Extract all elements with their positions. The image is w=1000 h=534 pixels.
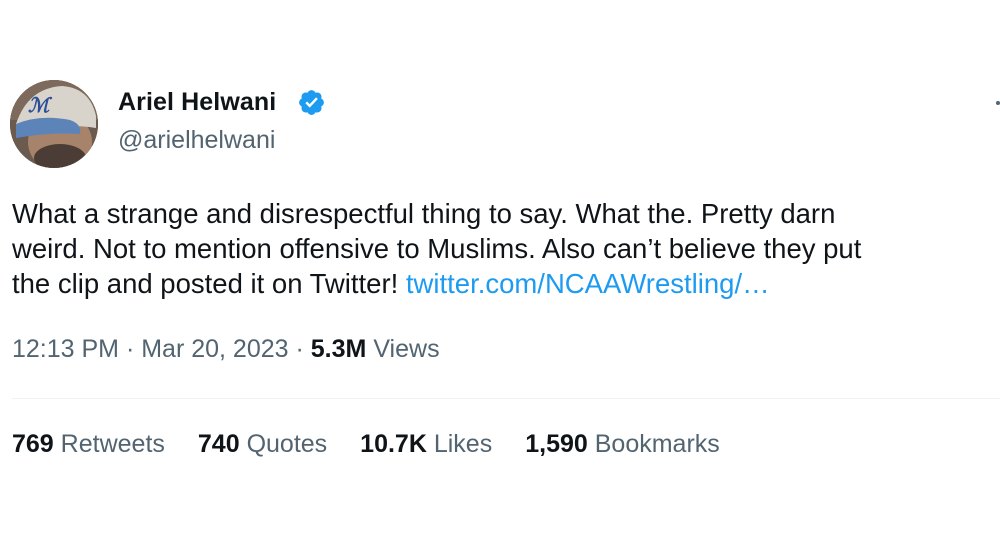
quotes-stat[interactable]: 740 Quotes xyxy=(198,430,327,459)
svg-text:ℳ: ℳ xyxy=(28,93,53,117)
engagement-stats: 769 Retweets 740 Quotes 10.7K Likes 1,590 B… xyxy=(12,430,753,459)
tweet-text: What a strange and disrespectful thing t… xyxy=(12,196,1000,301)
quotes-count: 740 xyxy=(197,430,240,458)
tweet-meta: 12:13 PM · Mar 20, 2023 · 5.3M Views xyxy=(12,335,440,364)
avatar[interactable]: ℳ xyxy=(10,80,98,168)
tweet-text-line-3: the clip and posted it on Twitter! xyxy=(12,268,406,299)
author-display-name[interactable]: Ariel Helwani xyxy=(118,88,276,117)
tweet-text-line-1: What a strange and disrespectful thing t… xyxy=(12,198,836,229)
retweets-stat[interactable]: 769 Retweets xyxy=(12,430,165,459)
tweet-text-line-2: weird. Not to mention offensive to Musli… xyxy=(12,233,862,264)
avatar-image: ℳ xyxy=(10,80,98,168)
tweet-card: ℳ Ariel Helwani @arielhelwani What a str… xyxy=(0,0,1000,534)
tweet-date[interactable]: Mar 20, 2023 xyxy=(141,335,288,363)
views-label: Views xyxy=(373,335,440,363)
tweet-time[interactable]: 12:13 PM xyxy=(12,335,119,363)
meta-separator: · xyxy=(288,335,311,363)
bookmarks-stat[interactable]: 1,590 Bookmarks xyxy=(525,430,720,459)
tweet-link[interactable]: twitter.com/NCAAWrestling/… xyxy=(406,268,770,299)
quotes-label: Quotes xyxy=(246,430,328,458)
likes-label: Likes xyxy=(433,430,493,458)
divider xyxy=(12,398,1000,399)
views-count: 5.3M xyxy=(310,335,367,363)
author-handle[interactable]: @arielhelwani xyxy=(118,126,275,155)
likes-stat[interactable]: 10.7K Likes xyxy=(360,430,492,459)
retweets-count: 769 xyxy=(12,430,54,458)
more-options-icon[interactable] xyxy=(996,101,1000,105)
verified-badge-icon xyxy=(299,90,324,115)
retweets-label: Retweets xyxy=(60,430,165,458)
bookmarks-count: 1,590 xyxy=(525,430,588,458)
bookmarks-label: Bookmarks xyxy=(594,430,720,458)
meta-separator: · xyxy=(119,335,142,363)
likes-count: 10.7K xyxy=(360,430,427,458)
